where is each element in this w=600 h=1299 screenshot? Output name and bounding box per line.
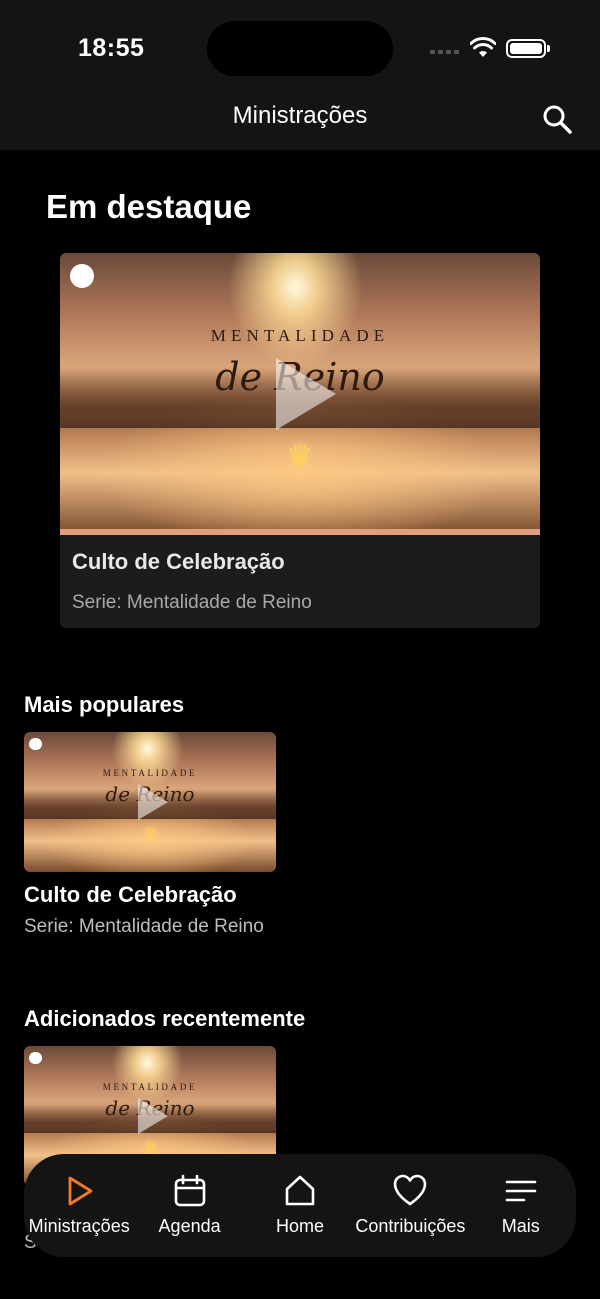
- tab-label: Mais: [501, 1216, 540, 1236]
- popular-heading: Mais populares: [24, 692, 185, 717]
- popular-item-title: Culto de Celebração: [24, 882, 237, 907]
- church-logo-icon: [29, 1051, 42, 1065]
- home-icon: [285, 1175, 315, 1206]
- status-bar: 18:55: [0, 0, 600, 90]
- popular-thumbnail[interactable]: MENTALIDADE de Reino ♛: [24, 732, 276, 872]
- search-icon[interactable]: [540, 102, 574, 136]
- menu-icon: [505, 1180, 537, 1202]
- page-title: Ministrações: [232, 102, 368, 129]
- tab-contribuicoes[interactable]: Contribuições: [355, 1174, 465, 1237]
- tab-bar: Ministrações Agenda Home Contribuições M…: [24, 1154, 576, 1257]
- tab-label: Agenda: [158, 1216, 221, 1236]
- play-icon: [68, 1176, 93, 1206]
- tab-label: Contribuições: [355, 1216, 466, 1236]
- app-header: Ministrações: [0, 90, 600, 150]
- tab-mais[interactable]: Mais: [466, 1174, 576, 1237]
- status-time: 18:55: [78, 34, 145, 62]
- tab-label: Ministrações: [28, 1216, 130, 1236]
- crown-icon: ♛: [286, 440, 314, 474]
- thumbnail-title: MENTALIDADE: [102, 1082, 198, 1093]
- recent-heading: Adicionados recentemente: [24, 1006, 306, 1031]
- cellular-signal-icon: [430, 50, 459, 54]
- featured-thumbnail[interactable]: MENTALIDADE de Reino ♛: [60, 253, 540, 535]
- crown-icon: ♛: [142, 826, 158, 844]
- play-overlay-icon[interactable]: [138, 784, 168, 820]
- tab-label: Home: [275, 1216, 324, 1236]
- popular-item-subtitle: Serie: Mentalidade de Reino: [24, 916, 264, 937]
- battery-tip: [547, 45, 550, 52]
- calendar-icon: [174, 1174, 205, 1207]
- tab-agenda[interactable]: Agenda: [135, 1174, 245, 1237]
- featured-subtitle: Serie: Mentalidade de Reino: [72, 592, 312, 613]
- featured-heading: Em destaque: [46, 188, 252, 225]
- thumbnail-title: MENTALIDADE: [102, 768, 198, 779]
- tab-home[interactable]: Home: [245, 1174, 355, 1237]
- featured-title: Culto de Celebração: [72, 549, 285, 574]
- popular-item[interactable]: MENTALIDADE de Reino ♛ Culto de Celebraç…: [24, 732, 276, 938]
- thumbnail-title: MENTALIDADE: [210, 326, 390, 346]
- wifi-icon: [470, 37, 496, 57]
- play-overlay-icon[interactable]: [276, 358, 336, 430]
- dynamic-island: [207, 21, 393, 76]
- tab-ministracoes[interactable]: Ministrações: [24, 1174, 134, 1237]
- play-overlay-icon[interactable]: [138, 1098, 168, 1134]
- battery-icon: [506, 39, 546, 58]
- church-logo-icon: [29, 737, 42, 751]
- church-logo-icon: [69, 264, 94, 289]
- featured-card[interactable]: MENTALIDADE de Reino ♛ Culto de Celebraç…: [60, 253, 540, 628]
- heart-icon: [394, 1174, 427, 1206]
